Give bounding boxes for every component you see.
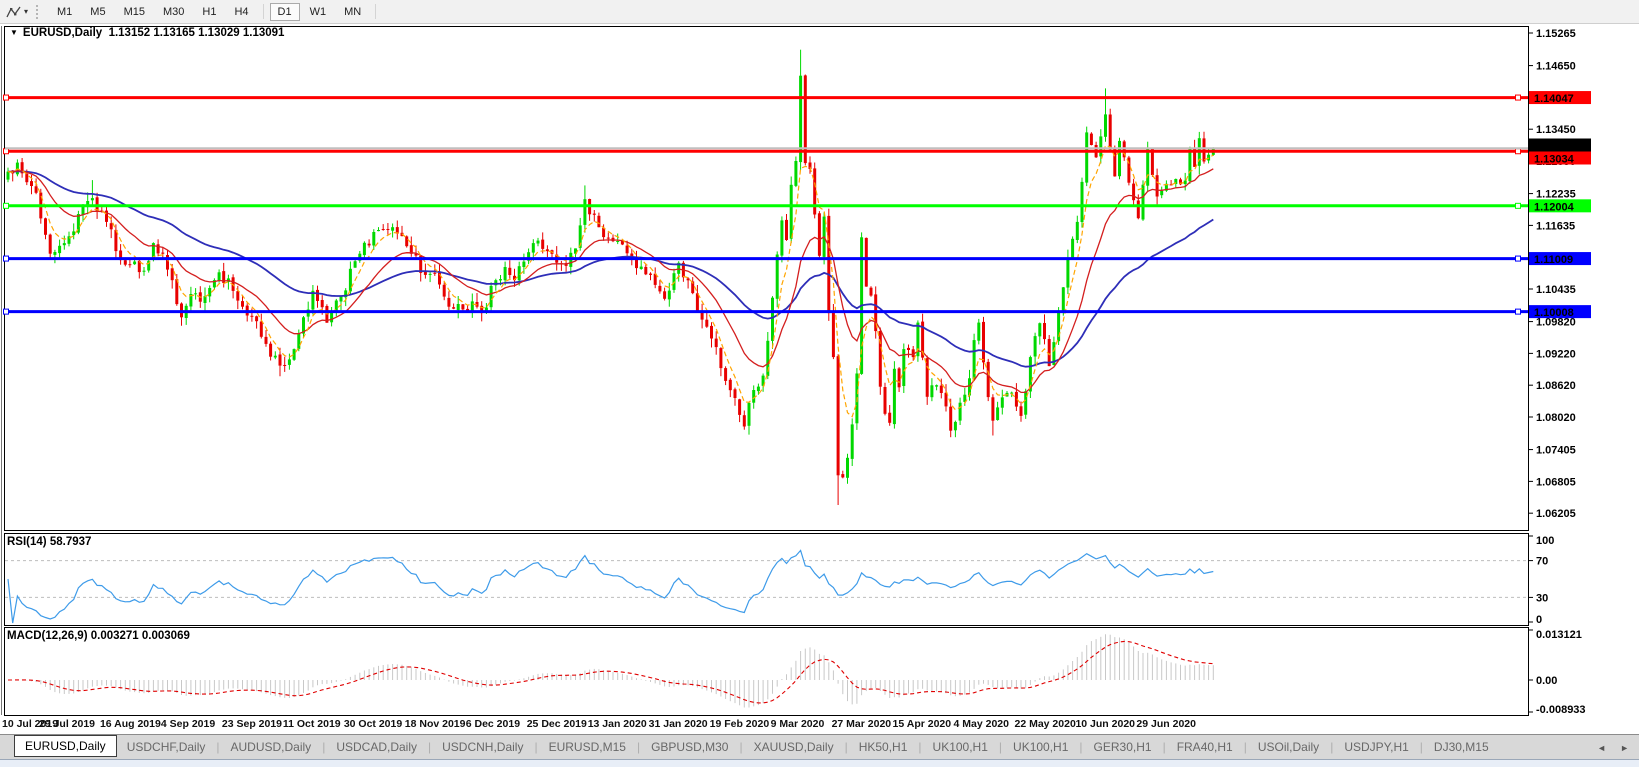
timeframe-button-D1[interactable]: D1 — [269, 2, 300, 21]
chart-tab-usdcnh-daily[interactable]: USDCNH,Daily — [432, 736, 533, 758]
status-bar — [0, 759, 1639, 767]
price-tick: 1.08020 — [1536, 412, 1576, 424]
date-label: 22 May 2020 — [1014, 718, 1076, 730]
date-label: 25 Dec 2019 — [526, 718, 587, 730]
price-tick: 1.08620 — [1536, 380, 1576, 392]
tab-scroll-arrows: ◄ ► — [1597, 735, 1629, 759]
line-studies-icon[interactable] — [5, 4, 23, 20]
price-tick: 1.09220 — [1536, 348, 1576, 360]
rsi-tick: 100 — [1536, 535, 1554, 547]
date-label: 4 May 2020 — [953, 718, 1009, 730]
macd-tick: -0.008933 — [1536, 704, 1586, 716]
chart-tab-eurusd-m15[interactable]: EURUSD,M15 — [539, 736, 636, 758]
price-tick: 1.06205 — [1536, 508, 1576, 520]
chart-tab-fra40-h1[interactable]: FRA40,H1 — [1167, 736, 1243, 758]
top-toolbar: ▾ M1 M5 M15 M30 H1 H4 D1 W1 MN — [0, 0, 1639, 24]
timeframe-button-H4[interactable]: H4 — [226, 3, 256, 21]
toolbar-separator — [375, 4, 377, 19]
chart-tab-usdcad-daily[interactable]: USDCAD,Daily — [326, 736, 427, 758]
chart-tab-eurusd-daily[interactable]: EURUSD,Daily — [14, 735, 117, 757]
date-label: 11 Oct 2019 — [282, 718, 341, 730]
timeframe-button-M15[interactable]: M15 — [116, 3, 153, 21]
date-label: 10 Jun 2020 — [1075, 718, 1135, 730]
price-chart-canvas[interactable]: 1.152651.146501.134501.128501.122351.116… — [0, 24, 1639, 716]
price-tick: 1.12235 — [1536, 189, 1576, 201]
price-tick: 1.11635 — [1536, 220, 1575, 232]
date-label: 18 Nov 2019 — [404, 718, 466, 730]
toolbar-grip[interactable] — [36, 4, 40, 19]
chart-tab-hk50-h1[interactable]: HK50,H1 — [849, 736, 918, 758]
chart-tab-xauusd-daily[interactable]: XAUUSD,Daily — [744, 736, 844, 758]
macd-tick: 0.00 — [1536, 675, 1557, 687]
timeframe-button-W1[interactable]: W1 — [302, 3, 335, 21]
date-axis[interactable]: 10 Jul 2019 29 Jul 2019 16 Aug 2019 4 Sep 2… — [0, 716, 1639, 734]
chart-tab-gbpusd-m30[interactable]: GBPUSD,M30 — [641, 736, 738, 758]
price-tick: 1.06805 — [1536, 476, 1576, 488]
rsi-tick: 0 — [1536, 614, 1542, 626]
timeframe-button-M1[interactable]: M1 — [49, 3, 80, 21]
date-label: 29 Jul 2019 — [38, 718, 96, 730]
chart-tab-audusd-daily[interactable]: AUDUSD,Daily — [221, 736, 322, 758]
tab-scroll-right-icon[interactable]: ► — [1620, 743, 1629, 753]
date-label: 9 Mar 2020 — [770, 718, 825, 730]
timeframe-button-H1[interactable]: H1 — [194, 3, 224, 21]
chart-window: 1.152651.146501.134501.128501.122351.116… — [0, 24, 1639, 716]
date-label: 15 Apr 2020 — [892, 718, 952, 730]
date-label: 16 Aug 2019 — [99, 718, 161, 730]
date-label: 23 Sep 2019 — [221, 718, 283, 730]
dropdown-caret-icon[interactable]: ▾ — [24, 7, 28, 16]
svg-text:1.11009: 1.11009 — [1534, 254, 1573, 266]
chart-tab-usoil-daily[interactable]: USOil,Daily — [1248, 736, 1329, 758]
rsi-tick: 30 — [1536, 592, 1548, 604]
svg-text:1.14047: 1.14047 — [1534, 93, 1574, 105]
price-tick: 1.07405 — [1536, 445, 1576, 457]
tab-scroll-left-icon[interactable]: ◄ — [1597, 743, 1606, 753]
date-label: 29 Jun 2020 — [1136, 718, 1196, 730]
date-label: 6 Dec 2019 — [465, 718, 521, 730]
date-label: 13 Jan 2020 — [587, 718, 647, 730]
toolbar-separator — [262, 4, 264, 19]
svg-text:1.10008: 1.10008 — [1534, 307, 1574, 319]
date-label: 31 Jan 2020 — [648, 718, 708, 730]
macd-tick: 0.013121 — [1536, 629, 1582, 641]
timeframe-button-M30[interactable]: M30 — [155, 3, 192, 21]
svg-text:1.13034: 1.13034 — [1534, 154, 1575, 166]
chart-tab-dj30-m15[interactable]: DJ30,M15 — [1424, 736, 1499, 758]
date-label: 30 Oct 2019 — [343, 718, 403, 730]
price-tick: 1.14650 — [1536, 61, 1576, 73]
date-label: 19 Feb 2020 — [709, 718, 770, 730]
date-label: 4 Sep 2019 — [160, 718, 216, 730]
price-tick: 1.10435 — [1536, 284, 1576, 296]
timeframe-button-MN[interactable]: MN — [336, 3, 369, 21]
chart-tab-usdchf-daily[interactable]: USDCHF,Daily — [117, 736, 216, 758]
chart-tab-ger30-h1[interactable]: GER30,H1 — [1084, 736, 1162, 758]
price-tick: 1.13450 — [1536, 124, 1576, 136]
svg-text:1.13091: 1.13091 — [1534, 141, 1574, 153]
rsi-tick: 70 — [1536, 556, 1548, 568]
timeframe-button-group: M1 M5 M15 M30 H1 H4 D1 W1 MN — [48, 2, 381, 21]
chart-tab-usdjpy-h1[interactable]: USDJPY,H1 — [1334, 736, 1418, 758]
chart-tab-uk100-h1[interactable]: UK100,H1 — [923, 736, 998, 758]
date-label: 27 Mar 2020 — [831, 718, 892, 730]
timeframe-button-M5[interactable]: M5 — [82, 3, 113, 21]
chart-tab-uk100-h1[interactable]: UK100,H1 — [1003, 736, 1078, 758]
svg-text:1.12004: 1.12004 — [1534, 201, 1575, 213]
chart-tab-bar: EURUSD,Daily USDCHF,Daily | AUDUSD,Daily | US… — [0, 734, 1639, 759]
price-tick: 1.15265 — [1536, 28, 1576, 40]
rsi-panel — [4, 533, 1529, 626]
